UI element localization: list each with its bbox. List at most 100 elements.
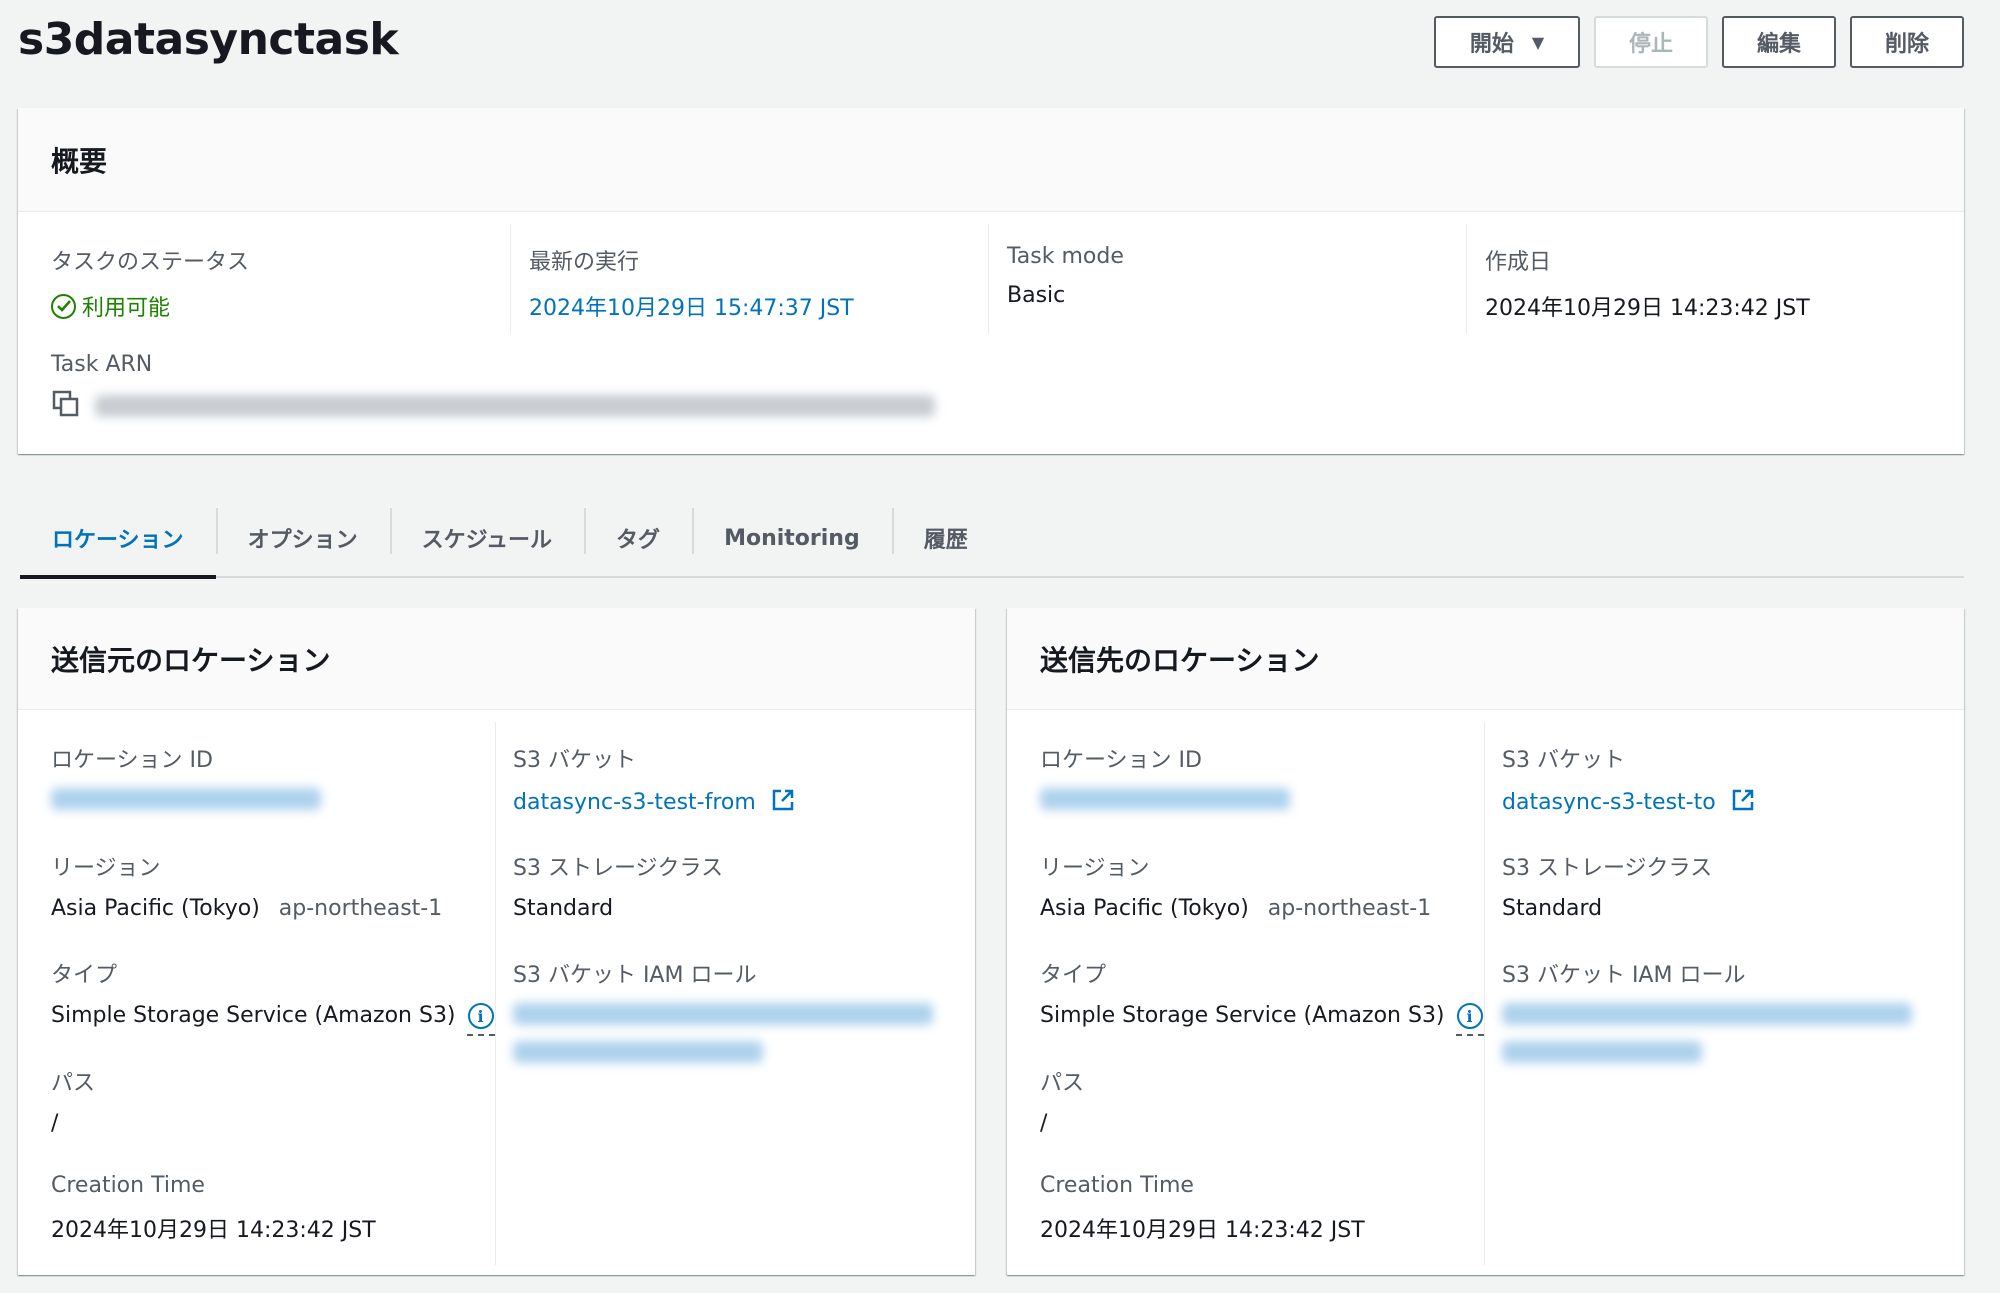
destination-type-text: Simple Storage Service (Amazon S3) <box>1040 1003 1445 1028</box>
destination-storage-class-value: Standard <box>1502 896 1603 921</box>
source-iam-role-label: S3 バケット IAM ロール <box>513 963 757 988</box>
destination-type-field: タイプ Simple Storage Service (Amazon S3) i <box>1040 957 1484 1036</box>
source-location-body: ロケーション ID リージョン Asia Pacific (Tokyo) ap-… <box>18 710 975 1275</box>
edit-button[interactable]: 編集 <box>1722 16 1836 68</box>
divider <box>988 224 989 334</box>
destination-region-label: リージョン <box>1040 856 1150 881</box>
last-run-label: 最新の実行 <box>529 250 640 275</box>
destination-creation-time-value: 2024年10月29日 14:23:42 JST <box>1040 1218 1365 1243</box>
page-title: s3datasynctask <box>18 14 399 65</box>
start-button[interactable]: 開始 ▼ <box>1434 16 1580 68</box>
summary-header: 概要 <box>18 108 1964 212</box>
source-path-label: パス <box>51 1071 96 1096</box>
tab-monitoring[interactable]: Monitoring <box>692 500 892 576</box>
created-date-field: 作成日 2024年10月29日 14:23:42 JST <box>1485 244 1810 322</box>
source-storage-class-label: S3 ストレージクラス <box>513 856 724 881</box>
source-location-panel: 送信元のロケーション ロケーション ID リージョン Asia Pacific … <box>18 608 975 1275</box>
start-button-label: 開始 <box>1469 32 1514 57</box>
tab-tags[interactable]: タグ <box>584 500 692 576</box>
destination-region-code: ap-northeast-1 <box>1267 896 1432 921</box>
source-iam-role-redacted-line1 <box>513 1003 933 1025</box>
source-creation-time-value: 2024年10月29日 14:23:42 JST <box>51 1218 376 1243</box>
destination-path-value: / <box>1040 1111 1048 1136</box>
created-date-value: 2024年10月29日 14:23:42 JST <box>1485 296 1810 321</box>
source-type-label: タイプ <box>51 963 118 988</box>
divider <box>1484 722 1485 1265</box>
source-region-code: ap-northeast-1 <box>278 896 443 921</box>
source-location-id-redacted <box>51 788 321 810</box>
task-mode-label: Task mode <box>1007 244 1124 269</box>
destination-location-id-field: ロケーション ID <box>1040 742 1290 816</box>
destination-type-value: Simple Storage Service (Amazon S3) i <box>1040 1003 1484 1036</box>
action-buttons: 開始 ▼ 停止 編集 削除 <box>1434 16 1964 68</box>
destination-location-header: 送信先のロケーション <box>1007 608 1964 710</box>
source-iam-role-value[interactable] <box>513 1003 933 1069</box>
destination-location-id-value[interactable] <box>1040 788 1290 816</box>
source-storage-class-field: S3 ストレージクラス Standard <box>513 850 723 921</box>
delete-button[interactable]: 削除 <box>1850 16 1964 68</box>
source-region-value: Asia Pacific (Tokyo) ap-northeast-1 <box>51 896 442 921</box>
source-region-name: Asia Pacific (Tokyo) <box>51 896 260 921</box>
destination-iam-role-label: S3 バケット IAM ロール <box>1502 963 1746 988</box>
source-type-value: Simple Storage Service (Amazon S3) i <box>51 1003 495 1036</box>
info-icon[interactable]: i <box>466 1003 495 1036</box>
task-arn-field: Task ARN <box>51 352 935 423</box>
task-arn-value-redacted <box>95 395 935 417</box>
summary-body: タスクのステータス 利用可能 最新の実行 2024年10月29日 15:47:3… <box>18 212 1964 454</box>
last-run-field: 最新の実行 2024年10月29日 15:47:37 JST <box>529 244 854 322</box>
stop-button[interactable]: 停止 <box>1594 16 1708 68</box>
source-creation-time-label: Creation Time <box>51 1173 205 1198</box>
source-location-heading: 送信元のロケーション <box>51 643 331 677</box>
tab-locations[interactable]: ロケーション <box>20 500 216 579</box>
source-location-id-label: ロケーション ID <box>51 748 213 773</box>
destination-creation-time-field: Creation Time 2024年10月29日 14:23:42 JST <box>1040 1173 1365 1244</box>
source-bucket-field: S3 バケット datasync-s3-test-from <box>513 742 795 815</box>
destination-location-id-label: ロケーション ID <box>1040 748 1202 773</box>
destination-region-value: Asia Pacific (Tokyo) ap-northeast-1 <box>1040 896 1431 921</box>
destination-location-body: ロケーション ID リージョン Asia Pacific (Tokyo) ap-… <box>1007 710 1964 1275</box>
divider <box>1466 224 1467 334</box>
source-bucket-label: S3 バケット <box>513 748 636 773</box>
last-run-link[interactable]: 2024年10月29日 15:47:37 JST <box>529 290 854 322</box>
destination-storage-class-field: S3 ストレージクラス Standard <box>1502 850 1712 921</box>
source-bucket-link[interactable]: datasync-s3-test-from <box>513 788 795 815</box>
tab-history[interactable]: 履歴 <box>891 500 1000 576</box>
source-location-id-value[interactable] <box>51 788 321 816</box>
destination-iam-role-redacted-line2 <box>1502 1041 1702 1063</box>
source-location-id-field: ロケーション ID <box>51 742 321 816</box>
summary-heading: 概要 <box>51 144 108 178</box>
copy-icon[interactable] <box>51 389 81 423</box>
destination-bucket-link[interactable]: datasync-s3-test-to <box>1502 788 1755 815</box>
destination-bucket-label: S3 バケット <box>1502 748 1625 773</box>
task-arn-row <box>51 389 935 423</box>
destination-bucket-name: datasync-s3-test-to <box>1502 790 1716 815</box>
destination-storage-class-label: S3 ストレージクラス <box>1502 856 1713 881</box>
source-location-header: 送信元のロケーション <box>18 608 975 710</box>
destination-iam-role-value[interactable] <box>1502 1003 1912 1069</box>
divider <box>510 224 511 334</box>
external-link-icon <box>772 789 794 811</box>
tab-options[interactable]: オプション <box>215 500 390 576</box>
destination-bucket-field: S3 バケット datasync-s3-test-to <box>1502 742 1755 815</box>
destination-path-field: パス / <box>1040 1065 1084 1136</box>
task-mode-field: Task mode Basic <box>1007 244 1124 308</box>
tab-bar: ロケーション オプション スケジュール タグ Monitoring 履歴 <box>20 500 1964 579</box>
destination-iam-role-field: S3 バケット IAM ロール <box>1502 957 1912 1069</box>
external-link-icon <box>1732 789 1753 811</box>
task-status-label: タスクのステータス <box>51 250 250 275</box>
created-date-label: 作成日 <box>1485 250 1552 275</box>
info-icon[interactable]: i <box>1455 1003 1484 1036</box>
destination-location-id-redacted <box>1040 788 1290 810</box>
source-type-field: タイプ Simple Storage Service (Amazon S3) i <box>51 957 495 1036</box>
source-path-value: / <box>51 1111 59 1136</box>
divider <box>495 722 496 1265</box>
source-path-field: パス / <box>51 1065 95 1136</box>
source-type-text: Simple Storage Service (Amazon S3) <box>51 1003 456 1028</box>
task-status-field: タスクのステータス 利用可能 <box>51 244 249 322</box>
check-circle-icon <box>51 293 76 319</box>
source-iam-role-field: S3 バケット IAM ロール <box>513 957 933 1069</box>
source-bucket-name: datasync-s3-test-from <box>513 790 756 815</box>
destination-location-panel: 送信先のロケーション ロケーション ID リージョン Asia Pacific … <box>1007 608 1964 1275</box>
tab-schedule[interactable]: スケジュール <box>389 500 584 576</box>
destination-path-label: パス <box>1040 1071 1085 1096</box>
